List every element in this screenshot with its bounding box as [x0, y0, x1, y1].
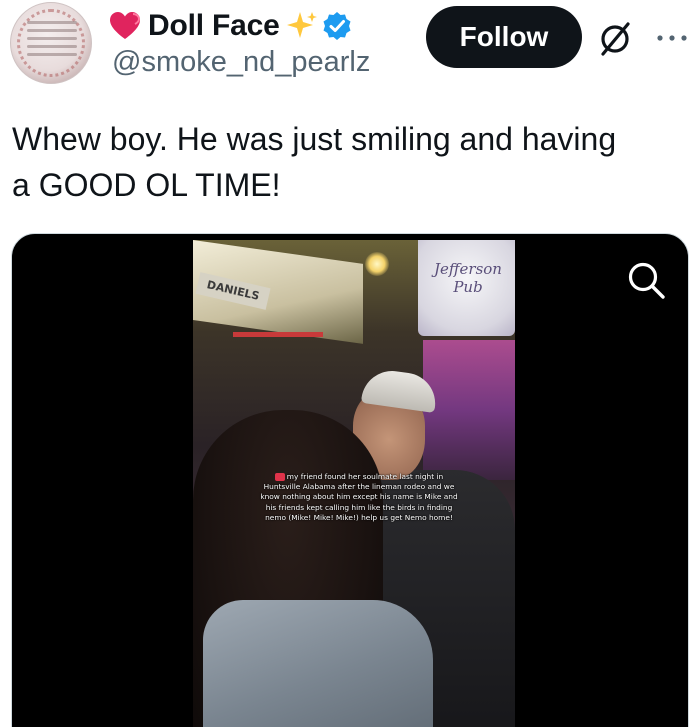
tweet-text: Whew boy. He was just smiling and having… — [12, 116, 692, 208]
pub-sign-text: Jefferson Pub — [434, 260, 502, 296]
more-icon[interactable] — [652, 28, 692, 48]
video-caption: my friend found her soulmate last night … — [259, 472, 459, 523]
display-name[interactable]: Doll Face — [148, 9, 280, 43]
red-strip — [233, 332, 323, 337]
stage-glow — [423, 340, 515, 480]
tweet-text-line: Whew boy. He was just smiling and having — [12, 121, 617, 157]
video-frame[interactable]: DANIELS Jefferson Pub my friend found he… — [193, 240, 515, 727]
denim-jacket — [203, 600, 433, 727]
heart-icon — [110, 12, 141, 39]
tweet-media[interactable]: DANIELS Jefferson Pub my friend found he… — [11, 233, 689, 727]
grok-icon[interactable] — [596, 20, 634, 58]
search-icon[interactable] — [624, 258, 668, 302]
follow-button[interactable]: Follow — [426, 6, 582, 68]
verified-icon — [323, 12, 351, 40]
avatar[interactable] — [10, 2, 92, 84]
sos-badge-icon — [274, 473, 285, 481]
tweet-text-line: a GOOD OL TIME! — [12, 167, 281, 203]
sparkle-icon — [286, 12, 317, 38]
video-caption-text: my friend found her soulmate last night … — [260, 472, 458, 522]
light-bulb — [365, 252, 389, 276]
pub-sign: Jefferson Pub — [418, 240, 515, 336]
author-handle[interactable]: @smoke_nd_pearlz — [112, 46, 370, 79]
author-name-row[interactable]: Doll Face — [108, 6, 352, 46]
